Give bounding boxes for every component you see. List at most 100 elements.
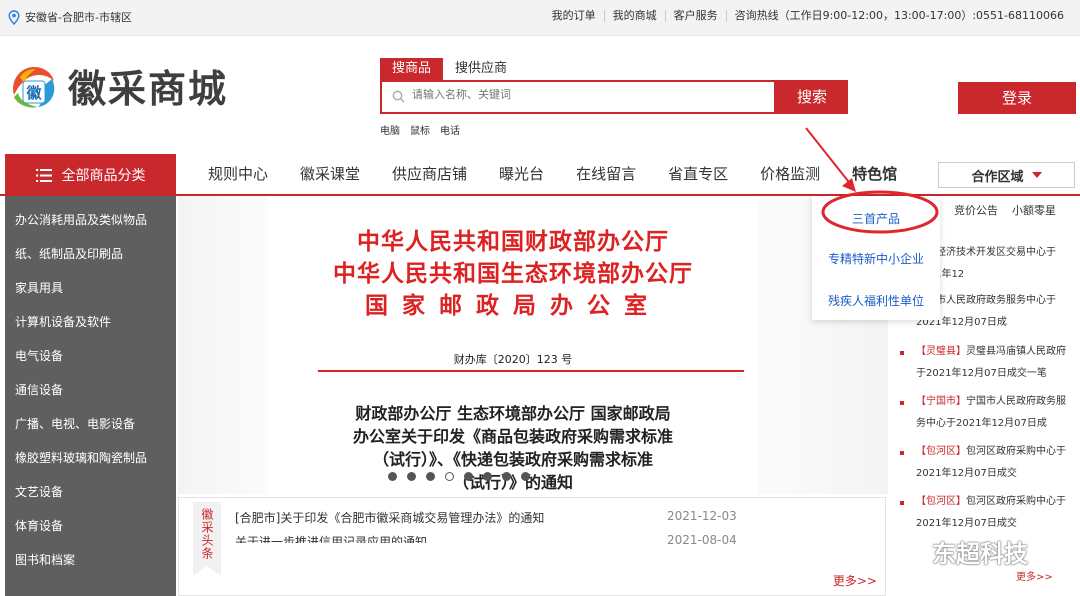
tab-search-products[interactable]: 搜商品: [380, 58, 444, 80]
transaction-tabs: 竞价公告 小额零星: [954, 202, 1056, 218]
headlines-more-link[interactable]: 更多>>: [833, 572, 877, 589]
sidebar-category-item[interactable]: 纸、纸制品及印刷品: [5, 230, 176, 264]
hot-keyword[interactable]: 电话: [440, 122, 460, 137]
doc-title-line: （试行）》、《快递包装政府采购需求标准: [372, 450, 653, 469]
doc-red-rule: [318, 370, 744, 372]
location-selector[interactable]: 安徽省-合肥市-市辖区: [8, 9, 132, 25]
bullet-icon: [900, 501, 904, 505]
search-input[interactable]: [412, 88, 752, 101]
nav-exposure[interactable]: 曝光台: [483, 154, 560, 194]
search-button[interactable]: 搜索: [776, 80, 848, 114]
carousel-dot[interactable]: [483, 472, 492, 481]
watermark: 东超科技: [896, 534, 1028, 569]
sidebar-category-item[interactable]: 计算机设备及软件: [5, 298, 176, 332]
nav-provincial-zone[interactable]: 省直专区: [652, 154, 744, 194]
logo-emblem-icon: 徽: [13, 66, 55, 108]
tab-small-purchase[interactable]: 小额零星: [1012, 202, 1056, 218]
hotline-text: 咨询热线（工作日9:00-12:00，13:00-17:00）:0551-681…: [725, 10, 1072, 22]
transaction-item[interactable]: 【包河区】包河区政府采购中心于2021年12月07日成交: [900, 441, 1072, 485]
my-mall-link[interactable]: 我的商城: [603, 10, 665, 22]
doc-number: 财办库〔2020〕123 号: [453, 353, 573, 366]
sidebar-category-item[interactable]: 文艺设备: [5, 468, 176, 502]
bullet-icon: [900, 401, 904, 405]
sidebar-category-item[interactable]: 橡胶塑料玻璃和陶瓷制品: [5, 434, 176, 468]
search-icon: [392, 90, 405, 103]
nav-supplier-shops[interactable]: 供应商店铺: [376, 154, 483, 194]
doc-title-line: 办公室关于印发《商品包装政府采购需求标准: [352, 427, 673, 446]
top-links: 我的订单 我的商城 客户服务 咨询热线（工作日9:00-12:00，13:00-…: [544, 10, 1072, 22]
region-tag: 【包河区】: [916, 446, 966, 457]
sidebar-category-item[interactable]: 电气设备: [5, 332, 176, 366]
site-logo[interactable]: 徽 徽采商城: [6, 58, 228, 113]
carousel-dot[interactable]: [426, 472, 435, 481]
category-sidebar: 办公消耗用品及类似物品 纸、纸制品及印刷品 家具用具 计算机设备及软件 电气设备…: [5, 196, 176, 596]
doc-header-line: 中华人民共和国生态环境部办公厅: [333, 260, 693, 287]
banner-carousel[interactable]: 中华人民共和国财政部办公厅 中华人民共和国生态环境部办公厅 国家邮政局办公室 财…: [178, 196, 888, 494]
transaction-item[interactable]: 【灵璧县】灵璧县冯庙镇人民政府于2021年12月07日成交一笔: [900, 341, 1072, 385]
hot-keywords: 电脑 鼠标 电话: [380, 122, 460, 137]
headlines-panel: 徽采头条 [合肥市]关于印发《合肥市徽采商城交易管理办法》的通知 2021-12…: [178, 497, 886, 596]
chat-bubble-icon: [897, 540, 925, 562]
region-tag: 【灵璧县】: [916, 346, 966, 357]
doc-header-line: 国家邮政局办公室: [365, 292, 661, 319]
location-pin-icon: [8, 9, 20, 25]
bullet-icon: [900, 451, 904, 455]
my-orders-link[interactable]: 我的订单: [544, 10, 604, 22]
nav-rules-center[interactable]: 规则中心: [192, 154, 284, 194]
region-tag: 【包河区】: [916, 496, 966, 507]
menu-icon: [35, 168, 52, 182]
nav-featured-pavilion[interactable]: 特色馆: [836, 154, 913, 194]
banner-document-image: 中华人民共和国财政部办公厅 中华人民共和国生态环境部办公厅 国家邮政局办公室 财…: [268, 196, 758, 494]
search-tabs: 搜商品 搜供应商: [380, 58, 519, 80]
cooperation-region-select[interactable]: 合作区域: [938, 162, 1075, 188]
sidebar-category-item[interactable]: 办公消耗用品及类似物品: [5, 196, 176, 230]
nav-classroom[interactable]: 徽采课堂: [284, 154, 376, 194]
site-name: 徽采商城: [68, 66, 229, 111]
transaction-more-link[interactable]: 更多>>: [1016, 568, 1053, 583]
sidebar-category-item[interactable]: 广播、电视、电影设备: [5, 400, 176, 434]
carousel-dot[interactable]: [502, 472, 511, 481]
nav-price-monitor[interactable]: 价格监测: [744, 154, 836, 194]
cooperation-region-label: 合作区域: [971, 169, 1024, 185]
carousel-dot[interactable]: [521, 472, 530, 481]
carousel-dot[interactable]: [464, 472, 473, 481]
sidebar-category-item[interactable]: 通信设备: [5, 366, 176, 400]
doc-header-line: 中华人民共和国财政部办公厅: [357, 228, 669, 255]
dropdown-option-sanshou[interactable]: 三首产品: [812, 210, 940, 227]
main-nav: 规则中心 徽采课堂 供应商店铺 曝光台 在线留言 省直专区 价格监测 特色馆: [192, 154, 913, 194]
dropdown-option-disability-welfare[interactable]: 残疾人福利性单位: [812, 292, 940, 309]
carousel-dot[interactable]: [388, 472, 397, 481]
location-text: 安徽省-合肥市-市辖区: [25, 11, 132, 24]
caret-down-icon: [1031, 172, 1042, 178]
all-categories-button[interactable]: 全部商品分类: [5, 154, 176, 196]
region-tag: 【宁国市】: [916, 396, 966, 407]
all-categories-label: 全部商品分类: [61, 168, 146, 184]
headlines-badge: 徽采头条: [193, 502, 221, 576]
dropdown-option-specialized-sme[interactable]: 专精特新中小企业: [812, 250, 940, 267]
carousel-dot-active[interactable]: [445, 472, 454, 481]
banner-bg-left: [178, 196, 268, 494]
featured-pavilion-dropdown: 三首产品 专精特新中小企业 残疾人福利性单位: [812, 196, 940, 320]
tab-bidding-notice[interactable]: 竞价公告: [954, 202, 998, 218]
headline-date: 2021-08-04: [667, 533, 737, 547]
tab-search-suppliers[interactable]: 搜供应商: [443, 58, 519, 80]
svg-text:徽: 徽: [25, 84, 42, 102]
hot-keyword[interactable]: 鼠标: [410, 122, 430, 137]
search-box: [380, 80, 776, 114]
transaction-item[interactable]: 【宁国市】宁国市人民政府政务服务中心于2021年12月07日成: [900, 391, 1072, 435]
top-bar: 安徽省-合肥市-市辖区 我的订单 我的商城 客户服务 咨询热线（工作日9:00-…: [0, 0, 1080, 36]
doc-title-line: 财政部办公厅 生态环境部办公厅 国家邮政局: [355, 404, 671, 423]
hot-keyword[interactable]: 电脑: [380, 122, 400, 137]
sidebar-category-item[interactable]: 体育设备: [5, 502, 176, 536]
login-button[interactable]: 登录: [958, 82, 1076, 114]
carousel-dots: [388, 472, 530, 481]
sidebar-category-item[interactable]: 家具用具: [5, 264, 176, 298]
headline-date: 2021-12-03: [667, 509, 737, 523]
sidebar-category-item[interactable]: 图书和档案: [5, 536, 176, 570]
customer-service-link[interactable]: 客户服务: [664, 10, 726, 22]
bullet-icon: [900, 351, 904, 355]
watermark-text: 东超科技: [932, 540, 1028, 568]
carousel-dot[interactable]: [407, 472, 416, 481]
transaction-item[interactable]: 【包河区】包河区政府采购中心于2021年12月07日成交: [900, 491, 1072, 535]
nav-online-message[interactable]: 在线留言: [560, 154, 652, 194]
